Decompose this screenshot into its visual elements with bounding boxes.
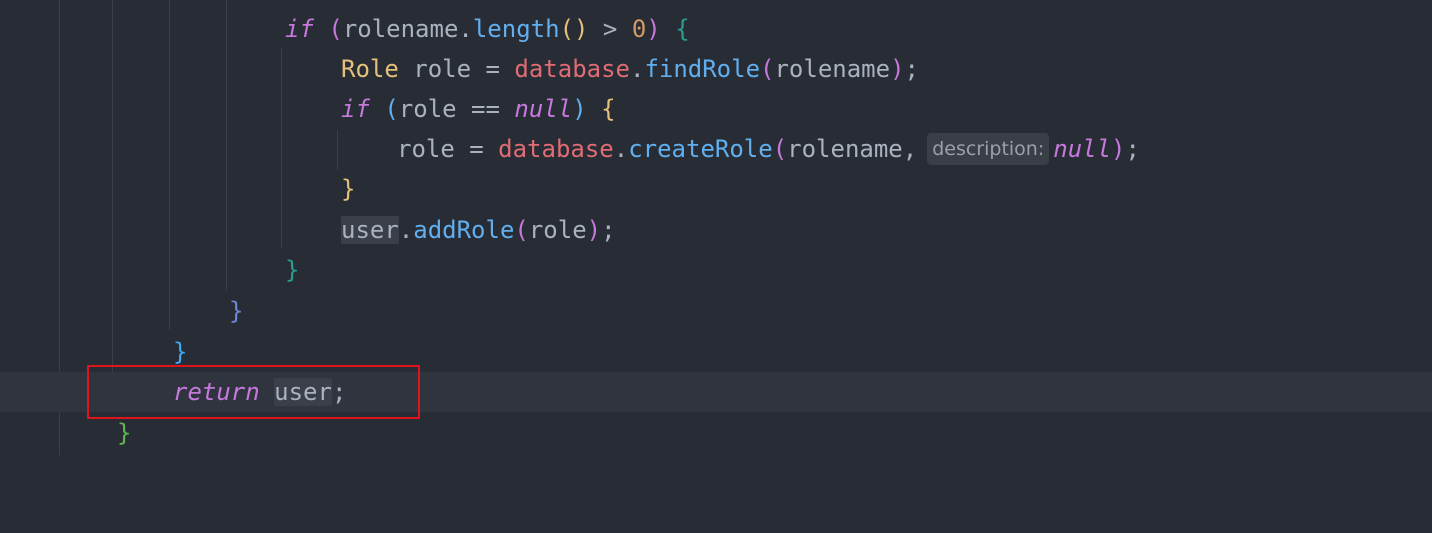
paren: ( bbox=[760, 55, 775, 83]
paren: ) bbox=[586, 216, 602, 244]
dot: . bbox=[398, 216, 414, 244]
brace: } bbox=[173, 338, 188, 366]
code-line[interactable]: role = database.createRole(rolename, desc… bbox=[0, 129, 1432, 169]
code-line[interactable]: } bbox=[0, 413, 1432, 453]
field-name: database bbox=[514, 55, 630, 83]
paren: ( bbox=[384, 95, 399, 123]
paren: ) bbox=[646, 15, 661, 43]
keyword-if: if bbox=[341, 95, 370, 123]
paren: ( bbox=[514, 216, 529, 244]
semicolon: ; bbox=[1125, 135, 1140, 163]
code-line[interactable]: user.addRole(role); bbox=[0, 210, 1432, 250]
method-name: length bbox=[472, 15, 560, 43]
brace: { bbox=[601, 95, 616, 123]
operator: > bbox=[588, 15, 632, 43]
code-line[interactable]: if (rolename.length() > 0) { bbox=[0, 9, 1432, 49]
paren: ( bbox=[772, 135, 788, 163]
parameter-hint: description: bbox=[927, 133, 1050, 165]
dot: . bbox=[458, 15, 473, 43]
brace: } bbox=[285, 256, 300, 284]
brace: } bbox=[117, 419, 132, 447]
variable: role = bbox=[397, 135, 499, 163]
argument: role bbox=[528, 216, 587, 244]
paren: () bbox=[559, 15, 589, 43]
brace: } bbox=[229, 297, 244, 325]
condition: role == bbox=[398, 95, 515, 123]
paren: ( bbox=[328, 15, 343, 43]
method-name: findRole bbox=[644, 55, 761, 83]
field-name: database bbox=[498, 135, 614, 163]
method-name: createRole bbox=[628, 135, 773, 163]
keyword-if: if bbox=[285, 15, 314, 43]
variable-highlight: user bbox=[341, 216, 399, 244]
method-name: addRole bbox=[413, 216, 515, 244]
code-line[interactable]: Role role = database.findRole(rolename); bbox=[0, 49, 1432, 89]
argument: rolename bbox=[774, 55, 891, 83]
keyword-null: null bbox=[514, 95, 573, 123]
variable: rolename bbox=[342, 15, 459, 43]
variable: role = bbox=[398, 55, 515, 83]
semicolon: ; bbox=[904, 55, 919, 83]
paren: ) bbox=[890, 55, 905, 83]
brace: { bbox=[675, 15, 690, 43]
code-line[interactable]: } bbox=[0, 291, 1432, 331]
dot: . bbox=[613, 135, 629, 163]
paren: ) bbox=[1111, 135, 1126, 163]
code-line[interactable]: } bbox=[0, 250, 1432, 290]
code-line[interactable]: } bbox=[0, 169, 1432, 209]
brace: } bbox=[341, 175, 356, 203]
code-editor[interactable]: if (rolename.length() > 0) { Role role =… bbox=[0, 0, 1432, 455]
paren: ) bbox=[572, 95, 587, 123]
keyword-null: null bbox=[1053, 135, 1112, 163]
number-literal: 0 bbox=[631, 15, 647, 43]
semicolon: ; bbox=[601, 216, 616, 244]
argument: rolename, bbox=[787, 135, 918, 163]
type-name: Role bbox=[341, 55, 399, 83]
annotation-highlight-box bbox=[87, 365, 420, 419]
code-line[interactable]: if (role == null) { bbox=[0, 89, 1432, 129]
dot: . bbox=[629, 55, 645, 83]
